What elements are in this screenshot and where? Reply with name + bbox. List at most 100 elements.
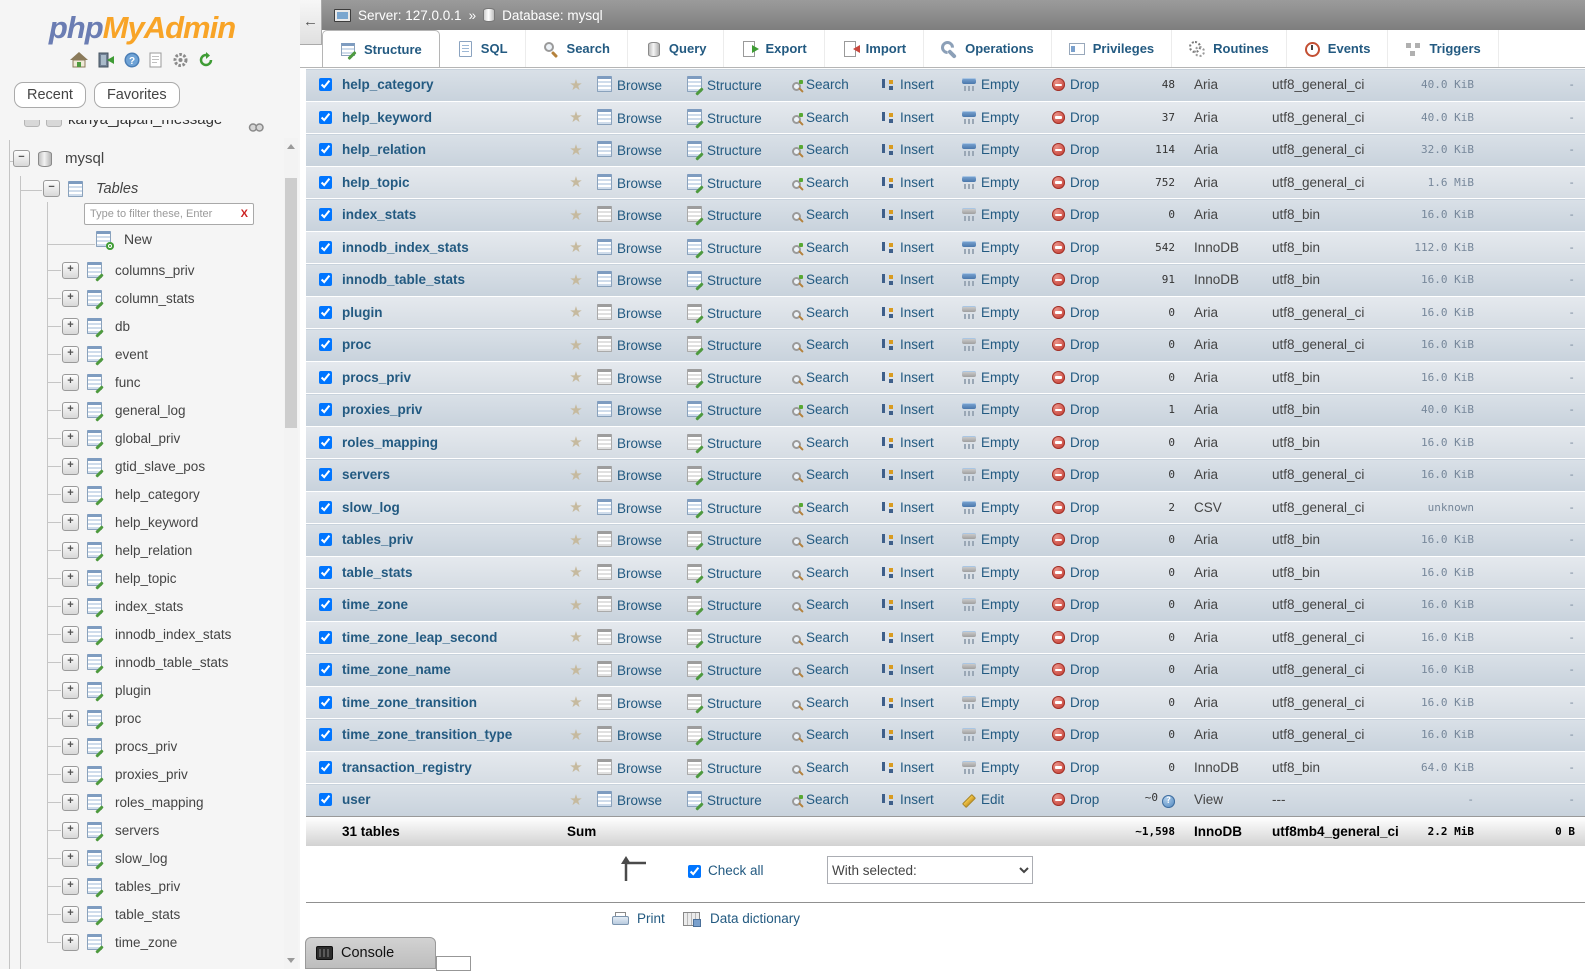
favorite-star-icon[interactable]: ★ (561, 556, 591, 589)
row-checkbox[interactable] (319, 78, 332, 92)
insert-link[interactable]: Insert (882, 272, 934, 287)
structure-link[interactable]: Structure (687, 206, 762, 223)
tab-query[interactable]: Query (628, 30, 725, 67)
refresh-icon[interactable] (198, 52, 214, 68)
insert-link[interactable]: Insert (882, 467, 934, 482)
row-checkbox[interactable] (319, 143, 332, 157)
sidebar-scrollbar[interactable] (284, 138, 298, 969)
insert-link[interactable]: Insert (882, 305, 934, 320)
sidebar-item-global_priv[interactable]: + global_priv (0, 424, 282, 452)
table-name-link[interactable]: plugin (342, 305, 383, 320)
expand-icon[interactable]: + (62, 793, 79, 811)
search-link[interactable]: Search (792, 435, 849, 450)
data-dictionary-link[interactable]: Data dictionary (683, 911, 800, 927)
search-link[interactable]: Search (792, 792, 849, 807)
expand-icon[interactable]: + (62, 877, 79, 895)
table-name-link[interactable]: procs_priv (342, 370, 411, 385)
table-name-link[interactable]: transaction_registry (342, 760, 472, 775)
favorite-star-icon[interactable]: ★ (561, 751, 591, 784)
sidebar-item-innodb_table_stats[interactable]: + innodb_table_stats (0, 648, 282, 676)
home-icon[interactable] (70, 52, 88, 68)
sidebar-item-general_log[interactable]: + general_log (0, 396, 282, 424)
structure-link[interactable]: Structure (687, 368, 762, 386)
empty-link[interactable]: Empty (962, 110, 1019, 125)
search-link[interactable]: Search (792, 240, 849, 255)
expand-icon[interactable]: + (62, 345, 79, 363)
browse-link[interactable]: Browse (597, 336, 662, 353)
tab-privileges[interactable]: Privileges (1052, 30, 1173, 67)
structure-link[interactable]: Structure (687, 628, 762, 646)
structure-link[interactable]: Structure (687, 141, 762, 158)
sidebar-item-table_stats[interactable]: + table_stats (0, 900, 282, 928)
search-link[interactable]: Search (792, 500, 849, 515)
expand-icon[interactable]: + (62, 597, 79, 615)
documentation-icon[interactable] (149, 52, 163, 68)
favorite-star-icon[interactable]: ★ (561, 296, 591, 329)
insert-link[interactable]: Insert (882, 142, 934, 157)
recent-button[interactable]: Recent (14, 82, 86, 108)
scroll-down-icon[interactable] (287, 958, 295, 963)
search-link[interactable]: Search (792, 142, 849, 157)
sidebar-item-time_zone[interactable]: + time_zone (0, 928, 282, 956)
empty-link[interactable]: Empty (962, 532, 1019, 547)
row-checkbox[interactable] (319, 370, 332, 384)
table-name-link[interactable]: help_keyword (342, 110, 432, 125)
table-name-link[interactable]: user (342, 792, 371, 807)
expand-icon[interactable]: + (62, 429, 79, 447)
sidebar-item-tables_priv[interactable]: + tables_priv (0, 872, 282, 900)
expand-icon[interactable]: + (62, 373, 79, 391)
check-all-checkbox[interactable] (688, 865, 701, 878)
row-checkbox[interactable] (319, 728, 332, 742)
view-info-icon[interactable] (1162, 795, 1175, 809)
table-name-link[interactable]: time_zone_transition (342, 695, 477, 710)
insert-link[interactable]: Insert (882, 630, 934, 645)
favorite-star-icon[interactable]: ★ (561, 621, 591, 654)
browse-link[interactable]: Browse (597, 433, 662, 451)
empty-link[interactable]: Empty (962, 435, 1019, 450)
sidebar-item-slow_log[interactable]: + slow_log (0, 844, 282, 872)
table-name-link[interactable]: roles_mapping (342, 435, 438, 450)
with-selected-dropdown[interactable]: With selected: (827, 856, 1033, 884)
tab-triggers[interactable]: Triggers (1388, 30, 1499, 67)
insert-link[interactable]: Insert (882, 532, 934, 547)
row-checkbox[interactable] (319, 793, 332, 807)
insert-link[interactable]: Insert (882, 695, 934, 710)
search-link[interactable]: Search (792, 695, 849, 710)
table-name-link[interactable]: help_topic (342, 175, 410, 190)
expand-icon[interactable]: + (62, 821, 79, 839)
drop-link[interactable]: Drop (1052, 532, 1099, 547)
favorite-star-icon[interactable]: ★ (561, 654, 591, 687)
drop-link[interactable]: Drop (1052, 500, 1099, 515)
row-checkbox[interactable] (319, 338, 332, 352)
help-icon[interactable]: ? (124, 52, 140, 68)
expand-icon[interactable]: + (62, 849, 79, 867)
empty-link[interactable]: Empty (962, 305, 1019, 320)
structure-link[interactable]: Structure (687, 466, 762, 483)
structure-link[interactable]: Structure (687, 758, 762, 776)
search-link[interactable]: Search (792, 760, 849, 775)
browse-link[interactable]: Browse (597, 693, 662, 711)
search-link[interactable]: Search (792, 110, 849, 125)
structure-link[interactable]: Structure (687, 563, 762, 581)
tab-routines[interactable]: Routines (1172, 30, 1287, 67)
tab-search[interactable]: Search (526, 30, 628, 67)
sidebar-item-help_topic[interactable]: + help_topic (0, 564, 282, 592)
drop-link[interactable]: Drop (1052, 240, 1099, 255)
table-name-link[interactable]: innodb_table_stats (342, 272, 465, 287)
expand-icon[interactable]: + (62, 401, 79, 419)
sidebar-item-mysql-db[interactable]: − mysql (13, 150, 104, 167)
sidebar-item-columns_priv[interactable]: + columns_priv (0, 256, 282, 284)
expand-icon[interactable]: + (62, 569, 79, 587)
table-name-link[interactable]: help_category (342, 77, 434, 92)
structure-link[interactable]: Structure (687, 76, 762, 93)
table-name-link[interactable]: slow_log (342, 500, 400, 515)
search-link[interactable]: Search (792, 662, 849, 677)
browse-link[interactable]: Browse (597, 563, 662, 581)
empty-link[interactable]: Empty (962, 467, 1019, 482)
drop-link[interactable]: Drop (1052, 597, 1099, 612)
drop-link[interactable]: Drop (1052, 370, 1099, 385)
structure-link[interactable]: Structure (687, 433, 762, 451)
empty-link[interactable]: Empty (962, 272, 1019, 287)
structure-link[interactable]: Structure (687, 791, 762, 808)
empty-link[interactable]: Empty (962, 760, 1019, 775)
